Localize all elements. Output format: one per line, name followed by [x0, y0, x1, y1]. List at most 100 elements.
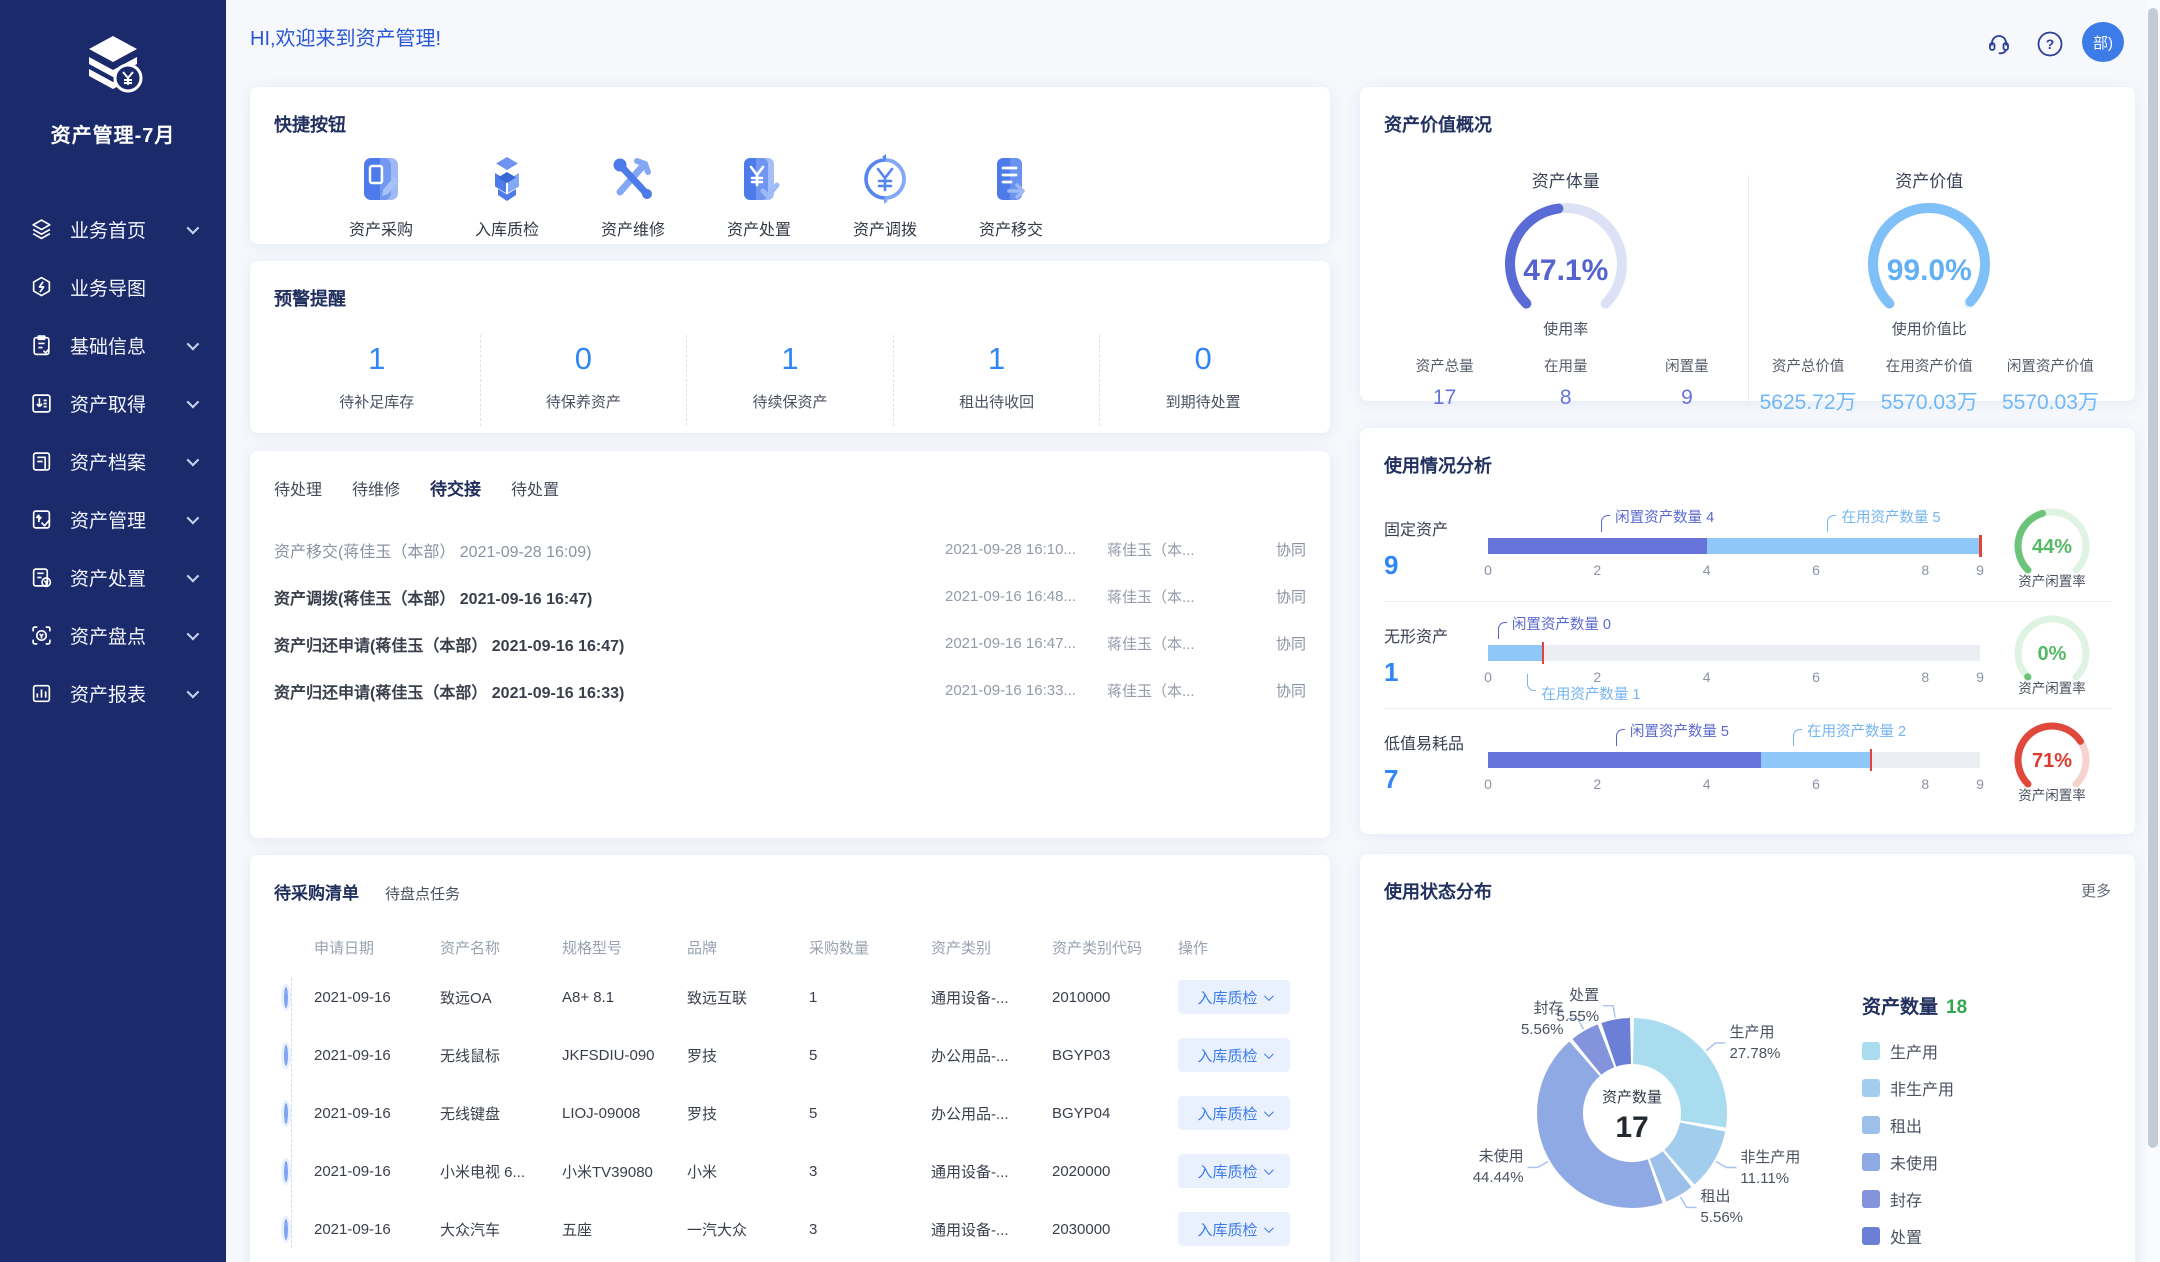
timeline-dot — [284, 1045, 288, 1066]
cell-spec: 五座 — [562, 1219, 687, 1240]
alert-stat-expire-dispose[interactable]: 0 到期待处置 — [1100, 335, 1306, 426]
tab-handover[interactable]: 待交接 — [430, 475, 481, 500]
sidebar-item-asset-acquire[interactable]: 资产取得 — [0, 374, 226, 432]
cell-spec: 小米TV39080 — [562, 1161, 687, 1182]
todo-row[interactable]: 资产归还申请(蒋佳玉（本部） 2021-09-16 16:33) 2021-09… — [274, 667, 1306, 714]
inuse-segment — [1707, 538, 1980, 554]
chevron-down-icon[interactable] — [187, 221, 200, 234]
gauge-value: 47.1% — [1476, 254, 1656, 288]
todo-row[interactable]: 资产调拨(蒋佳玉（本部） 2021-09-16 16:47) 2021-09-1… — [274, 573, 1306, 620]
legend-title: 资产数量18 — [1862, 992, 1967, 1019]
sidebar-item-base-info[interactable]: 基础信息 — [0, 316, 226, 374]
sidebar-item-label: 资产管理 — [70, 506, 146, 533]
stacked-boxes-icon — [481, 153, 533, 205]
quick-button-asset-repair[interactable]: 资产维修 — [570, 153, 696, 240]
welcome-text: HI,欢迎来到资产管理! — [250, 22, 441, 51]
todo-card: 待处理 待维修 待交接 待处置 资产移交(蒋佳玉（本部） 2021-09-28 … — [250, 451, 1330, 838]
alert-value: 0 — [1100, 341, 1306, 377]
donut-slice-label: 未使用44.44% — [1374, 1146, 1524, 1188]
sidebar-item-asset-manage[interactable]: 资产管理 — [0, 490, 226, 548]
support-headset-icon[interactable] — [1985, 30, 2013, 58]
alert-stat-restock[interactable]: 1 待补足库存 — [274, 335, 481, 426]
inuse-annotation: 在用资产数量 2 — [1793, 720, 1906, 746]
quick-button-label: 资产调拨 — [853, 216, 917, 240]
legend-item[interactable]: 非生产用 — [1862, 1078, 1967, 1098]
sidebar-item-asset-dispose[interactable]: 资产处置 — [0, 548, 226, 606]
quick-button-asset-purchase[interactable]: 资产采购 — [318, 153, 444, 240]
chevron-down-icon[interactable] — [187, 453, 200, 466]
asset-value-title: 资产价值概况 — [1384, 111, 2111, 137]
idle-segment — [1488, 538, 1707, 554]
tab-repair[interactable]: 待维修 — [352, 476, 400, 500]
legend-item[interactable]: 封存 — [1862, 1189, 1967, 1209]
todo-time: 2021-09-16 16:33... — [945, 682, 1107, 699]
legend-item[interactable]: 租出 — [1862, 1115, 1967, 1135]
alerts-card: 预警提醒 1 待补足库存 0 待保养资产 1 待续保资产 1 租出待收回 0 到… — [250, 261, 1330, 433]
quick-button-asset-transfer-alloc[interactable]: 资产调拨 — [822, 153, 948, 240]
inuse-segment — [1488, 645, 1543, 661]
chevron-down-icon[interactable] — [187, 511, 200, 524]
tab-dispose[interactable]: 待处置 — [511, 476, 559, 500]
todo-tag: 协同 — [1254, 633, 1306, 654]
inbound-qc-button[interactable]: 入库质检 — [1178, 980, 1290, 1014]
sidebar-item-asset-report[interactable]: 资产报表 — [0, 664, 226, 722]
timeline-line — [291, 978, 292, 1248]
sidebar-item-asset-inventory[interactable]: 资产盘点 — [0, 606, 226, 664]
cell-category: 办公用品-... — [931, 1103, 1052, 1124]
idle-annotation: 闲置资产数量 0 — [1498, 613, 1611, 639]
scrollbar-thumb[interactable] — [2148, 8, 2158, 1148]
sidebar-item-business-home[interactable]: 业务首页 — [0, 200, 226, 258]
usage-row-intangible-assets: 无形资产 1 闲置资产数量 0 在用资产数量 1 024689 0% — [1384, 607, 2111, 703]
chevron-down-icon[interactable] — [187, 395, 200, 408]
bar-chart-icon — [30, 682, 53, 705]
inbound-qc-button[interactable]: 入库质检 — [1178, 1212, 1290, 1246]
col-header: 资产类别代码 — [1052, 937, 1178, 958]
chevron-down-icon[interactable] — [187, 627, 200, 640]
sidebar-item-asset-archive[interactable]: 资产档案 — [0, 432, 226, 490]
sidebar-item-business-map[interactable]: 业务导图 — [0, 258, 226, 316]
cell-name: 大众汽车 — [440, 1219, 562, 1240]
inbound-qc-button[interactable]: 入库质检 — [1178, 1154, 1290, 1188]
cell-brand: 小米 — [687, 1161, 809, 1182]
legend-chip — [1862, 1227, 1880, 1245]
alert-stat-renew[interactable]: 1 待续保资产 — [687, 335, 894, 426]
inbound-qc-button[interactable]: 入库质检 — [1178, 1096, 1290, 1130]
tab-purchase-list[interactable]: 待采购清单 — [274, 879, 359, 904]
quick-button-inbound-qc[interactable]: 入库质检 — [444, 153, 570, 240]
bar-track — [1488, 645, 1980, 661]
asset-worth-block: 资产价值 99.0% 使用价值比 资产总价值5625.72万 在用资产价值557… — [1748, 145, 2112, 416]
todo-row[interactable]: 资产归还申请(蒋佳玉（本部） 2021-09-16 16:47) 2021-09… — [274, 620, 1306, 667]
alert-stat-maintain[interactable]: 0 待保养资产 — [481, 335, 688, 426]
vertical-divider — [1748, 175, 1749, 406]
idle-rate-gauge: 44% 资产闲置率 — [1993, 500, 2111, 596]
gauge-value: 99.0% — [1839, 254, 2019, 288]
cell-category: 通用设备-... — [931, 987, 1052, 1008]
tab-pending[interactable]: 待处理 — [274, 476, 322, 500]
user-avatar[interactable]: 部) — [2082, 22, 2124, 62]
legend-item[interactable]: 处置 — [1862, 1226, 1967, 1246]
chevron-down-icon[interactable] — [187, 685, 200, 698]
scrollbar-track[interactable] — [2146, 0, 2160, 1262]
alert-stat-rent-return[interactable]: 1 租出待收回 — [894, 335, 1101, 426]
cell-spec: LIOJ-09008 — [562, 1105, 687, 1122]
todo-tabs: 待处理 待维修 待交接 待处置 — [274, 475, 1306, 500]
idle-rate-value: 71% — [1993, 750, 2111, 773]
chevron-down-icon[interactable] — [187, 337, 200, 350]
help-icon[interactable]: ? — [2036, 30, 2064, 58]
cell-category: 通用设备-... — [931, 1219, 1052, 1240]
quick-button-asset-handover[interactable]: 资产移交 — [948, 153, 1074, 240]
todo-tag: 协同 — [1254, 539, 1306, 560]
category-total: 1 — [1384, 657, 1488, 688]
chevron-down-icon[interactable] — [187, 569, 200, 582]
cell-spec: A8+ 8.1 — [562, 989, 687, 1006]
total-marker — [1870, 749, 1873, 771]
asset-volume-gauge: 47.1% — [1476, 196, 1656, 320]
cell-name: 致远OA — [440, 987, 562, 1008]
todo-row[interactable]: 资产移交(蒋佳玉（本部） 2021-09-28 16:09) 2021-09-2… — [274, 526, 1306, 573]
alert-value: 1 — [274, 341, 480, 377]
quick-button-asset-dispose[interactable]: 资产处置 — [696, 153, 822, 240]
leader-line — [1827, 515, 1836, 532]
tab-inventory-task[interactable]: 待盘点任务 — [385, 883, 460, 904]
more-link[interactable]: 更多 — [2081, 880, 2111, 901]
inbound-qc-button[interactable]: 入库质检 — [1178, 1038, 1290, 1072]
